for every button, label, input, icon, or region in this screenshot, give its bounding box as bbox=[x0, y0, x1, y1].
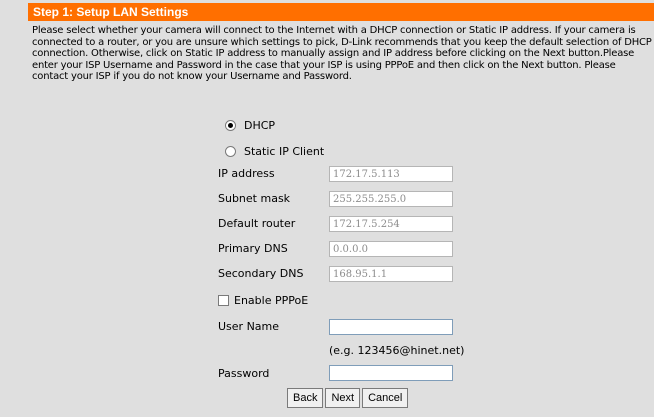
subnet-mask-label: Subnet mask bbox=[218, 192, 291, 205]
password-field[interactable] bbox=[329, 365, 453, 381]
password-label: Password bbox=[218, 367, 270, 380]
step-title: Step 1: Setup LAN Settings bbox=[33, 5, 189, 19]
static-ip-option[interactable]: Static IP Client bbox=[225, 145, 324, 158]
static-ip-radio[interactable] bbox=[225, 146, 236, 157]
enable-pppoe-checkbox[interactable] bbox=[218, 295, 229, 306]
dhcp-option[interactable]: DHCP bbox=[225, 119, 275, 132]
enable-pppoe-label: Enable PPPoE bbox=[234, 294, 309, 307]
default-router-field[interactable]: 172.17.5.254 bbox=[329, 216, 453, 232]
subnet-mask-field[interactable]: 255.255.255.0 bbox=[329, 191, 453, 207]
primary-dns-label: Primary DNS bbox=[218, 242, 288, 255]
static-ip-label: Static IP Client bbox=[244, 145, 325, 158]
ip-address-field[interactable]: 172.17.5.113 bbox=[329, 166, 453, 182]
username-field[interactable] bbox=[329, 319, 453, 335]
username-example: (e.g. 123456@hinet.net) bbox=[329, 344, 465, 357]
back-button[interactable]: Back bbox=[287, 388, 324, 408]
instructions-text: Please select whether your camera will c… bbox=[32, 25, 652, 82]
secondary-dns-label: Secondary DNS bbox=[218, 267, 304, 280]
dhcp-radio[interactable] bbox=[225, 120, 236, 131]
enable-pppoe-option[interactable]: Enable PPPoE bbox=[218, 294, 308, 307]
primary-dns-field[interactable]: 0.0.0.0 bbox=[329, 241, 453, 257]
default-router-label: Default router bbox=[218, 217, 296, 230]
username-label: User Name bbox=[218, 320, 280, 333]
ip-address-label: IP address bbox=[218, 167, 275, 180]
next-button[interactable]: Next bbox=[325, 388, 361, 408]
dhcp-label: DHCP bbox=[244, 119, 276, 132]
cancel-button[interactable]: Cancel bbox=[362, 388, 409, 408]
secondary-dns-field[interactable]: 168.95.1.1 bbox=[329, 266, 453, 282]
wizard-buttons: Back Next Cancel bbox=[287, 388, 409, 408]
